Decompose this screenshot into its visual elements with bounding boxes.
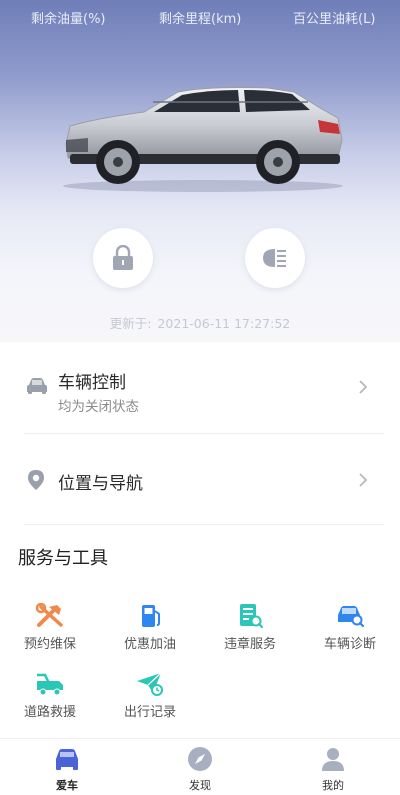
tool-label: 预约维保 xyxy=(23,637,76,652)
chevron-right-icon xyxy=(359,473,368,487)
car-icon xyxy=(56,749,78,770)
vehicle-stats: 剩余油量(%) 剩余里程(km) 百公里油耗(L) xyxy=(0,8,400,28)
update-timestamp: 2021-06-11 17:27:52 xyxy=(157,316,291,331)
tab-mine[interactable]: 我的 xyxy=(293,745,373,795)
range-label: 剩余里程(km) xyxy=(159,12,242,27)
vehicle-control-row[interactable]: 车辆控制 均为关闭状态 xyxy=(0,342,400,432)
chevron-right-icon xyxy=(359,380,368,394)
consumption-label: 百公里油耗(L) xyxy=(293,12,376,27)
lock-icon xyxy=(113,245,133,270)
compass-icon xyxy=(188,747,212,771)
vehicle-hero: 剩余油量(%) 剩余里程(km) 百公里油耗(L) 更新于: 2021-06-1… xyxy=(0,0,400,342)
gas-pump-icon xyxy=(142,605,160,627)
bottom-tab-bar: 爱车 发现 我的 xyxy=(0,738,400,795)
vehicle-control-title: 车辆控制 xyxy=(58,373,126,393)
tool-trip-records[interactable]: 出行记录 xyxy=(100,671,200,721)
services-section-title: 服务与工具 xyxy=(18,548,108,569)
location-navigation-title: 位置与导航 xyxy=(58,474,143,494)
person-icon xyxy=(322,748,344,771)
divider xyxy=(24,433,384,434)
divider xyxy=(24,524,384,525)
update-prefix: 更新于: xyxy=(109,316,152,331)
horn-light-icon xyxy=(263,249,286,267)
car-search-icon xyxy=(338,606,365,628)
tool-fuel-discount[interactable]: 优惠加油 xyxy=(100,603,200,653)
paper-plane-clock-icon xyxy=(137,672,163,696)
tab-discover[interactable]: 发现 xyxy=(160,745,240,795)
vehicle-control-status: 均为关闭状态 xyxy=(58,399,139,415)
tab-label: 爱车 xyxy=(56,779,78,792)
tool-label: 违章服务 xyxy=(223,637,276,652)
tool-road-rescue[interactable]: 道路救援 xyxy=(0,671,100,721)
tool-violation-service[interactable]: 违章服务 xyxy=(200,603,300,653)
fuel-label: 剩余油量(%) xyxy=(31,12,106,27)
location-navigation-row[interactable]: 位置与导航 xyxy=(0,435,400,525)
location-pin-icon xyxy=(28,470,44,490)
document-search-icon xyxy=(240,604,264,629)
tab-label: 发现 xyxy=(189,779,211,792)
tool-label: 出行记录 xyxy=(123,705,176,720)
horn-light-button[interactable] xyxy=(245,228,305,288)
tool-label: 车辆诊断 xyxy=(323,637,376,652)
wrench-hammer-icon xyxy=(35,603,63,627)
car-image xyxy=(63,87,343,192)
update-time: 更新于: 2021-06-11 17:27:52 xyxy=(0,313,400,332)
lock-button[interactable] xyxy=(93,228,153,288)
tow-truck-icon xyxy=(37,673,63,696)
tool-vehicle-diagnosis[interactable]: 车辆诊断 xyxy=(300,603,400,653)
tool-label: 优惠加油 xyxy=(123,637,176,652)
car-icon xyxy=(27,378,47,394)
tool-label: 道路救援 xyxy=(23,705,76,720)
tab-label: 我的 xyxy=(322,779,344,792)
tab-my-car[interactable]: 爱车 xyxy=(27,745,107,795)
tool-maintenance-booking[interactable]: 预约维保 xyxy=(0,603,100,653)
